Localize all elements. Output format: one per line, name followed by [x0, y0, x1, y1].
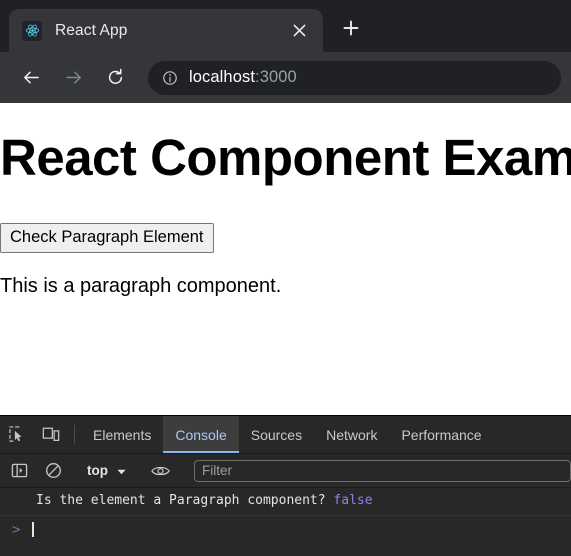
- browser-toolbar: localhost:3000: [0, 52, 571, 103]
- tab-network[interactable]: Network: [314, 416, 389, 453]
- check-paragraph-element-button[interactable]: Check Paragraph Element: [0, 223, 214, 253]
- inspect-element-icon: [8, 426, 26, 443]
- plus-icon: [343, 20, 359, 41]
- device-toolbar-button[interactable]: [34, 416, 68, 453]
- address-bar[interactable]: localhost:3000: [148, 60, 561, 95]
- reload-button[interactable]: [98, 61, 132, 95]
- browser-tab-react-app[interactable]: React App: [9, 9, 323, 52]
- browser-chrome: React App localhost:3000: [0, 0, 571, 103]
- console-message-value: false: [333, 493, 373, 508]
- address-bar-url: localhost:3000: [189, 68, 297, 87]
- tab-sources[interactable]: Sources: [239, 416, 314, 453]
- react-logo-icon: [22, 20, 42, 41]
- console-filter-input[interactable]: Filter: [194, 459, 571, 482]
- toolbar-divider: [74, 425, 75, 444]
- forward-arrow-icon: [64, 68, 83, 87]
- console-message-text: Is the element a Paragraph component?: [36, 493, 326, 508]
- console-sidebar-button[interactable]: [2, 462, 36, 479]
- live-expression-eye-icon: [150, 464, 170, 478]
- new-tab-button[interactable]: [334, 13, 368, 47]
- url-port: :3000: [255, 68, 297, 86]
- paragraph-component-text: This is a paragraph component.: [0, 274, 282, 297]
- chevron-down-icon: [117, 463, 126, 478]
- live-expression-button[interactable]: [143, 464, 177, 478]
- page-info-icon[interactable]: [162, 70, 178, 86]
- back-arrow-icon: [22, 68, 41, 87]
- reload-icon: [106, 68, 125, 87]
- page-viewport: React Component Example Check Paragraph …: [0, 103, 571, 415]
- forward-button: [56, 61, 90, 95]
- tab-console[interactable]: Console: [163, 416, 240, 453]
- console-context-selector[interactable]: top: [83, 463, 130, 478]
- clear-console-icon: [45, 462, 62, 479]
- console-filter-placeholder: Filter: [202, 463, 232, 478]
- browser-window: React App localhost:3000 React Component…: [0, 0, 571, 556]
- tab-elements[interactable]: Elements: [81, 416, 163, 453]
- console-sidebar-icon: [11, 462, 28, 479]
- console-context-label: top: [87, 463, 108, 478]
- browser-tab-title: React App: [55, 21, 128, 39]
- devtools-panel: Elements Console Sources Network Perform…: [0, 415, 571, 556]
- tab-strip: React App: [0, 0, 571, 52]
- close-icon[interactable]: [286, 18, 312, 44]
- console-prompt-chevron-icon: >: [12, 521, 21, 538]
- devtools-tabbar: Elements Console Sources Network Perform…: [0, 416, 571, 454]
- console-toolbar: top Filter: [0, 454, 571, 488]
- url-host: localhost: [189, 68, 256, 86]
- console-input-row[interactable]: >: [0, 516, 571, 544]
- console-log-message: Is the element a Paragraph component? fa…: [0, 488, 571, 516]
- back-button[interactable]: [14, 61, 48, 95]
- tab-performance[interactable]: Performance: [389, 416, 493, 453]
- clear-console-button[interactable]: [36, 462, 70, 479]
- console-output: Is the element a Paragraph component? fa…: [0, 488, 571, 556]
- page-title: React Component Example: [0, 129, 571, 186]
- device-toolbar-icon: [42, 426, 60, 443]
- console-text-caret: [32, 522, 34, 538]
- inspect-element-button[interactable]: [0, 416, 34, 453]
